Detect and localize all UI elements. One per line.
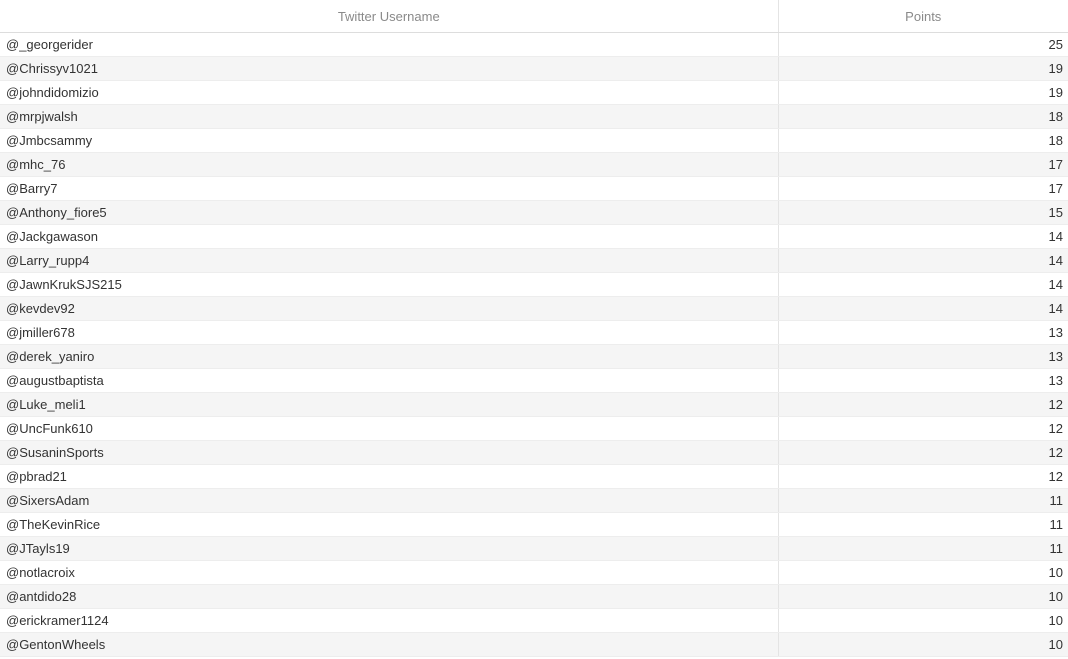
username-cell: @Barry7	[0, 176, 779, 201]
column-header-username[interactable]: Twitter Username	[0, 0, 779, 33]
username-cell: @SixersAdam	[0, 488, 779, 513]
points-cell: 18	[778, 128, 1068, 153]
username-cell: @augustbaptista	[0, 368, 779, 393]
points-cell: 19	[778, 80, 1068, 105]
points-cell: 17	[778, 152, 1068, 177]
points-cell: 13	[778, 344, 1068, 369]
points-cell: 10	[778, 584, 1068, 609]
username-cell: @notlacroix	[0, 560, 779, 585]
points-cell: 18	[778, 104, 1068, 129]
points-cell: 19	[778, 56, 1068, 81]
table-row[interactable]: @derek_yaniro 13	[0, 344, 1068, 369]
table-row[interactable]: @augustbaptista 13	[0, 368, 1068, 393]
username-cell: @derek_yaniro	[0, 344, 779, 369]
username-cell: @UncFunk610	[0, 416, 779, 441]
column-header-points[interactable]: Points	[778, 0, 1068, 33]
points-cell: 12	[778, 392, 1068, 417]
username-cell: @johndidomizio	[0, 80, 779, 105]
table-row[interactable]: @Barry7 17	[0, 176, 1068, 201]
table-row[interactable]: @UncFunk610 12	[0, 416, 1068, 441]
table-header: Twitter Username Points	[0, 0, 1068, 33]
table-row[interactable]: @kevdev92 14	[0, 296, 1068, 321]
points-cell: 14	[778, 296, 1068, 321]
points-cell: 12	[778, 416, 1068, 441]
username-cell: @Anthony_fiore5	[0, 200, 779, 225]
table-row[interactable]: @erickramer1124 10	[0, 608, 1068, 633]
username-cell: @Luke_meli1	[0, 392, 779, 417]
table-body: @_georgerider 25 @Chrissyv1021 19 @johndidom…	[0, 32, 1068, 657]
table-row[interactable]: @Larry_rupp4 14	[0, 248, 1068, 273]
username-cell: @jmiller678	[0, 320, 779, 345]
table-row[interactable]: @pbrad21 12	[0, 464, 1068, 489]
table-row[interactable]: @SusaninSports 12	[0, 440, 1068, 465]
leaderboard-table: Twitter Username Points @_georgerider 25 @…	[0, 0, 1068, 657]
table-row[interactable]: @Anthony_fiore5 15	[0, 200, 1068, 225]
table-row[interactable]: @Luke_meli1 12	[0, 392, 1068, 417]
username-cell: @Chrissyv1021	[0, 56, 779, 81]
username-cell: @TheKevinRice	[0, 512, 779, 537]
table-row[interactable]: @Jackgawason 14	[0, 224, 1068, 249]
points-cell: 10	[778, 560, 1068, 585]
username-cell: @kevdev92	[0, 296, 779, 321]
username-cell: @Jackgawason	[0, 224, 779, 249]
points-cell: 17	[778, 176, 1068, 201]
table-row[interactable]: @johndidomizio 19	[0, 80, 1068, 105]
username-cell: @_georgerider	[0, 32, 779, 57]
points-cell: 13	[778, 320, 1068, 345]
table-row[interactable]: @_georgerider 25	[0, 32, 1068, 57]
username-cell: @mhc_76	[0, 152, 779, 177]
table-row[interactable]: @JTayls19 11	[0, 536, 1068, 561]
points-cell: 14	[778, 224, 1068, 249]
table-row[interactable]: @jmiller678 13	[0, 320, 1068, 345]
points-cell: 11	[778, 512, 1068, 537]
username-cell: @JTayls19	[0, 536, 779, 561]
points-cell: 12	[778, 440, 1068, 465]
table-row[interactable]: @mhc_76 17	[0, 152, 1068, 177]
table-row[interactable]: @antdido28 10	[0, 584, 1068, 609]
points-cell: 12	[778, 464, 1068, 489]
table-row[interactable]: @notlacroix 10	[0, 560, 1068, 585]
table-row[interactable]: @Jmbcsammy 18	[0, 128, 1068, 153]
username-cell: @GentonWheels	[0, 632, 779, 657]
points-cell: 25	[778, 32, 1068, 57]
username-cell: @Larry_rupp4	[0, 248, 779, 273]
points-cell: 11	[778, 488, 1068, 513]
username-cell: @SusaninSports	[0, 440, 779, 465]
table-row[interactable]: @TheKevinRice 11	[0, 512, 1068, 537]
points-cell: 13	[778, 368, 1068, 393]
username-cell: @pbrad21	[0, 464, 779, 489]
points-cell: 10	[778, 608, 1068, 633]
username-cell: @antdido28	[0, 584, 779, 609]
table-row[interactable]: @Chrissyv1021 19	[0, 56, 1068, 81]
table-row[interactable]: @mrpjwalsh 18	[0, 104, 1068, 129]
points-cell: 14	[778, 272, 1068, 297]
points-cell: 14	[778, 248, 1068, 273]
header-row: Twitter Username Points	[0, 0, 1068, 33]
table-row[interactable]: @GentonWheels 10	[0, 632, 1068, 657]
points-cell: 10	[778, 632, 1068, 657]
username-cell: @Jmbcsammy	[0, 128, 779, 153]
username-cell: @JawnKrukSJS215	[0, 272, 779, 297]
points-cell: 15	[778, 200, 1068, 225]
table-row[interactable]: @SixersAdam 11	[0, 488, 1068, 513]
username-cell: @mrpjwalsh	[0, 104, 779, 129]
username-cell: @erickramer1124	[0, 608, 779, 633]
table-row[interactable]: @JawnKrukSJS215 14	[0, 272, 1068, 297]
points-cell: 11	[778, 536, 1068, 561]
